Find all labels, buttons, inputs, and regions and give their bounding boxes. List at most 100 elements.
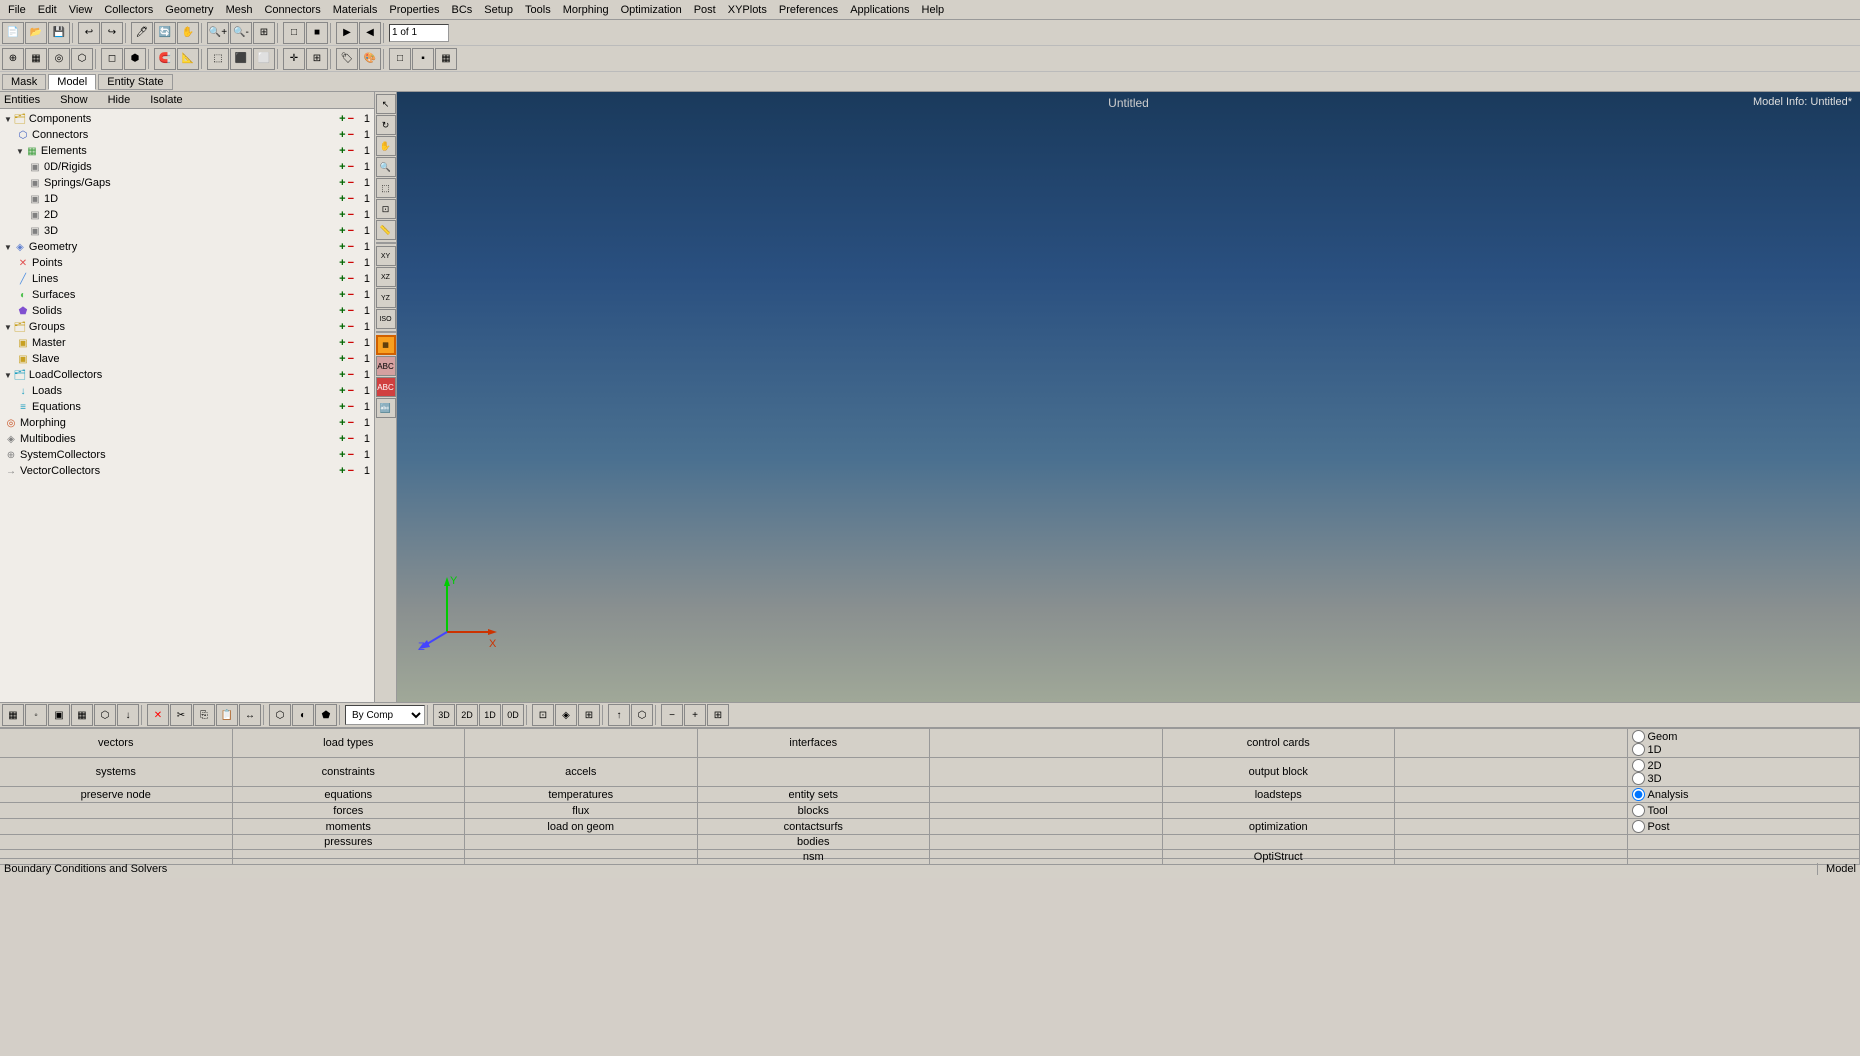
tree-0d-rigids[interactable]: ▣ 0D/Rigids + − 1 (2, 159, 372, 175)
collapse-load-collectors[interactable]: ▼ (4, 371, 12, 380)
vtb-abc2[interactable]: ABC (376, 377, 396, 397)
tb2-deselect[interactable]: ⬛ (230, 48, 252, 70)
menu-setup[interactable]: Setup (478, 3, 519, 17)
cell-systems[interactable]: systems (0, 758, 233, 786)
load-collectors-show[interactable]: + (339, 369, 345, 381)
tree-2d[interactable]: ▣ 2D + − 1 (2, 207, 372, 223)
tb2-axes[interactable]: ✛ (283, 48, 305, 70)
menu-properties[interactable]: Properties (383, 3, 445, 17)
btb-del[interactable]: ✕ (147, 704, 169, 726)
btb-zoom-minus[interactable]: − (661, 704, 683, 726)
radio-2d-input[interactable] (1632, 759, 1645, 772)
btb-groups[interactable]: ⬡ (94, 704, 116, 726)
btb-2d-view[interactable]: 2D (456, 704, 478, 726)
btb-elems[interactable]: ▣ (48, 704, 70, 726)
springs-show[interactable]: + (339, 177, 345, 189)
menu-optimization[interactable]: Optimization (615, 3, 688, 17)
vtb-xz[interactable]: XZ (376, 267, 396, 287)
radio-post-input[interactable] (1632, 820, 1645, 833)
lines-show[interactable]: + (339, 273, 345, 285)
tb-fit[interactable]: ⊞ (253, 22, 275, 44)
radio-tool[interactable]: Tool (1632, 804, 1668, 817)
equations-hide[interactable]: − (348, 401, 354, 413)
cell-control-cards[interactable]: control cards (1163, 729, 1396, 757)
components-show[interactable]: + (339, 113, 345, 125)
points-show[interactable]: + (339, 257, 345, 269)
tb2-3[interactable]: ◎ (48, 48, 70, 70)
vtb-zoom[interactable]: 🔍 (376, 157, 396, 177)
page-counter[interactable] (389, 24, 449, 42)
tb-open[interactable]: 📂 (25, 22, 47, 44)
system-collectors-show[interactable]: + (339, 449, 345, 461)
tree-springs-gaps[interactable]: ▣ Springs/Gaps + − 1 (2, 175, 372, 191)
vtb-rotate[interactable]: ↻ (376, 115, 396, 135)
groups-hide[interactable]: − (348, 321, 354, 333)
btb-explode[interactable]: ⊞ (578, 704, 600, 726)
radio-2d[interactable]: 2D (1632, 759, 1662, 772)
viewport[interactable]: Untitled Model Info: Untitled* Y X Z (397, 92, 1860, 702)
tb2-measure[interactable]: 📐 (177, 48, 199, 70)
btb-comps[interactable]: ▦ (71, 704, 93, 726)
1d-show[interactable]: + (339, 193, 345, 205)
solids-hide[interactable]: − (348, 305, 354, 317)
menu-applications[interactable]: Applications (844, 3, 915, 17)
btb-paste[interactable]: 📋 (216, 704, 238, 726)
tree-groups[interactable]: ▼ 🗂 Groups + − 1 (2, 319, 372, 335)
tree-points[interactable]: ✕ Points + − 1 (2, 255, 372, 271)
tree-system-collectors[interactable]: ⊕ SystemCollectors + − 1 (2, 447, 372, 463)
vtb-select[interactable]: ↖ (376, 94, 396, 114)
radio-1d[interactable]: 1D (1632, 743, 1662, 756)
master-hide[interactable]: − (348, 337, 354, 349)
tb-new[interactable]: 📄 (2, 22, 24, 44)
tree-slave[interactable]: ▣ Slave + − 1 (2, 351, 372, 367)
vtb-yz[interactable]: YZ (376, 288, 396, 308)
surfaces-hide[interactable]: − (348, 289, 354, 301)
morphing-show[interactable]: + (339, 417, 345, 429)
btb-conn[interactable]: ⬡ (631, 704, 653, 726)
cell-preserve-node[interactable]: preserve node (0, 787, 233, 802)
morphing-hide[interactable]: − (348, 417, 354, 429)
tb-rotate[interactable]: 🔄 (154, 22, 176, 44)
btb-shrink[interactable]: ⊡ (532, 704, 554, 726)
btb-copy[interactable]: ⎘ (193, 704, 215, 726)
menu-xyplots[interactable]: XYPlots (722, 3, 773, 17)
tree-loads[interactable]: ↓ Loads + − 1 (2, 383, 372, 399)
vtb-symbol[interactable]: 🔤 (376, 398, 396, 418)
menu-mesh[interactable]: Mesh (220, 3, 259, 17)
cell-equations[interactable]: equations (233, 787, 466, 802)
tb-zoom-in[interactable]: 🔍+ (207, 22, 229, 44)
tb2-label[interactable]: 🏷 (336, 48, 358, 70)
btb-mesh[interactable]: ⬡ (269, 704, 291, 726)
cell-entity-sets[interactable]: entity sets (698, 787, 931, 802)
cell-opti-struct[interactable]: OptiStruct (1163, 850, 1396, 864)
tb2-grid[interactable]: ⊞ (306, 48, 328, 70)
radio-geom-input[interactable] (1632, 730, 1645, 743)
cell-temperatures[interactable]: temperatures (465, 787, 698, 802)
tb-view1[interactable]: ▶ (336, 22, 358, 44)
tb-save[interactable]: 💾 (48, 22, 70, 44)
tb-pan[interactable]: ✋ (177, 22, 199, 44)
2d-hide[interactable]: − (348, 209, 354, 221)
3d-show[interactable]: + (339, 225, 345, 237)
loads-hide[interactable]: − (348, 385, 354, 397)
btb-surface[interactable]: ◐ (292, 704, 314, 726)
btb-3d-view[interactable]: 3D (433, 704, 455, 726)
menu-view[interactable]: View (63, 3, 99, 17)
surfaces-show[interactable]: + (339, 289, 345, 301)
collapse-elements[interactable]: ▼ (16, 147, 24, 156)
tree-elements[interactable]: ▼ ▦ Elements + − 1 (2, 143, 372, 159)
tree-1d[interactable]: ▣ 1D + − 1 (2, 191, 372, 207)
tb2-4[interactable]: ⬡ (71, 48, 93, 70)
cell-interfaces[interactable]: interfaces (698, 729, 931, 757)
btb-zoom-full[interactable]: ⊞ (707, 704, 729, 726)
tab-entity-state[interactable]: Entity State (98, 74, 172, 90)
1d-hide[interactable]: − (348, 193, 354, 205)
cell-contactsurfs[interactable]: contactsurfs (698, 819, 931, 834)
radio-3d-input[interactable] (1632, 772, 1645, 785)
vtb-xy[interactable]: XY (376, 246, 396, 266)
tb2-2[interactable]: ▦ (25, 48, 47, 70)
cell-output-block[interactable]: output block (1163, 758, 1396, 786)
collapse-geometry[interactable]: ▼ (4, 243, 12, 252)
system-collectors-hide[interactable]: − (348, 449, 354, 461)
points-hide[interactable]: − (348, 257, 354, 269)
